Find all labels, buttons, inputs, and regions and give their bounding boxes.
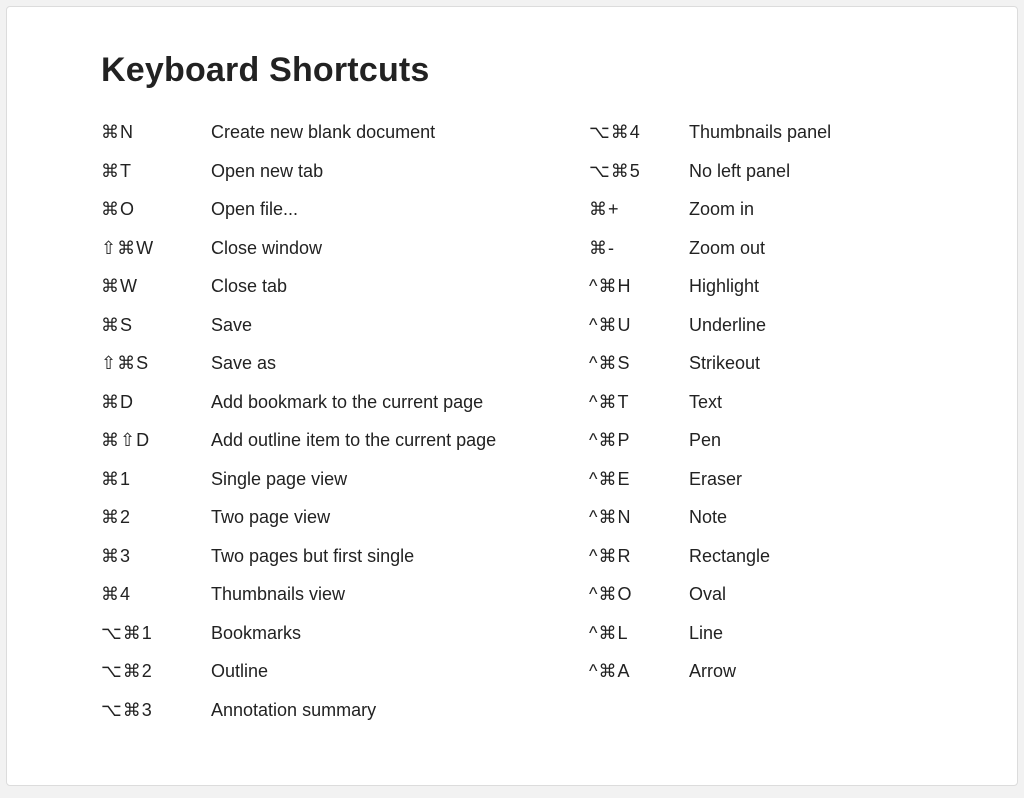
- shortcut-row: ^⌘HHighlight: [589, 276, 949, 315]
- page-title: Keyboard Shortcuts: [101, 51, 957, 90]
- shortcut-row: ⇧⌘WClose window: [101, 238, 589, 277]
- shortcut-keys: ⌘⇧D: [101, 430, 211, 451]
- shortcut-keys: ⇧⌘W: [101, 238, 211, 259]
- shortcut-description: Save as: [211, 353, 589, 374]
- shortcut-column-right: ⌥⌘4Thumbnails panel⌥⌘5No left panel⌘+Zoo…: [589, 122, 949, 700]
- shortcut-description: Underline: [689, 315, 949, 336]
- shortcut-keys: ^⌘L: [589, 623, 689, 644]
- shortcut-row: ⌘⇧DAdd outline item to the current page: [101, 430, 589, 469]
- shortcut-row: ⇧⌘SSave as: [101, 353, 589, 392]
- shortcut-keys: ⌥⌘3: [101, 700, 211, 721]
- shortcut-keys: ^⌘U: [589, 315, 689, 336]
- shortcut-row: ^⌘RRectangle: [589, 546, 949, 585]
- shortcut-row: ⌘1Single page view: [101, 469, 589, 508]
- shortcut-row: ⌘DAdd bookmark to the current page: [101, 392, 589, 431]
- shortcut-description: Two page view: [211, 507, 589, 528]
- shortcut-description: Bookmarks: [211, 623, 589, 644]
- shortcut-description: Add outline item to the current page: [211, 430, 589, 451]
- shortcut-description: Open new tab: [211, 161, 589, 182]
- shortcut-keys: ⌘D: [101, 392, 211, 413]
- shortcut-row: ^⌘LLine: [589, 623, 949, 662]
- shortcut-keys: ^⌘R: [589, 546, 689, 567]
- shortcut-row: ^⌘PPen: [589, 430, 949, 469]
- shortcut-keys: ⌘3: [101, 546, 211, 567]
- shortcut-description: Save: [211, 315, 589, 336]
- shortcut-keys: ^⌘A: [589, 661, 689, 682]
- shortcut-column-left: ⌘NCreate new blank document⌘TOpen new ta…: [101, 122, 589, 738]
- shortcut-keys: ⌘T: [101, 161, 211, 182]
- shortcut-row: ⌥⌘4Thumbnails panel: [589, 122, 949, 161]
- shortcut-description: Rectangle: [689, 546, 949, 567]
- shortcut-row: ⌥⌘1Bookmarks: [101, 623, 589, 662]
- shortcut-row: ⌘+Zoom in: [589, 199, 949, 238]
- shortcut-description: Add bookmark to the current page: [211, 392, 589, 413]
- shortcut-description: Arrow: [689, 661, 949, 682]
- shortcut-row: ⌘WClose tab: [101, 276, 589, 315]
- shortcut-description: Zoom out: [689, 238, 949, 259]
- shortcut-keys: ^⌘N: [589, 507, 689, 528]
- shortcut-keys: ⌥⌘2: [101, 661, 211, 682]
- shortcuts-panel: Keyboard Shortcuts ⌘NCreate new blank do…: [6, 6, 1018, 786]
- shortcut-keys: ^⌘O: [589, 584, 689, 605]
- shortcut-row: ^⌘AArrow: [589, 661, 949, 700]
- shortcut-keys: ⌘4: [101, 584, 211, 605]
- shortcut-keys: ^⌘H: [589, 276, 689, 297]
- shortcut-description: Outline: [211, 661, 589, 682]
- shortcut-row: ⌘4Thumbnails view: [101, 584, 589, 623]
- shortcut-keys: ^⌘T: [589, 392, 689, 413]
- shortcut-description: Open file...: [211, 199, 589, 220]
- shortcut-keys: ⌘O: [101, 199, 211, 220]
- shortcut-keys: ⌘+: [589, 199, 689, 220]
- shortcut-description: Note: [689, 507, 949, 528]
- shortcut-description: Line: [689, 623, 949, 644]
- shortcut-row: ⌘OOpen file...: [101, 199, 589, 238]
- shortcut-keys: ⌘2: [101, 507, 211, 528]
- shortcut-description: Text: [689, 392, 949, 413]
- shortcut-row: ^⌘EEraser: [589, 469, 949, 508]
- shortcut-description: Two pages but first single: [211, 546, 589, 567]
- shortcut-row: ^⌘OOval: [589, 584, 949, 623]
- shortcut-description: Zoom in: [689, 199, 949, 220]
- shortcut-row: ⌥⌘2Outline: [101, 661, 589, 700]
- shortcut-description: Single page view: [211, 469, 589, 490]
- shortcut-description: Strikeout: [689, 353, 949, 374]
- shortcut-row: ⌥⌘3Annotation summary: [101, 700, 589, 739]
- shortcut-description: Thumbnails view: [211, 584, 589, 605]
- shortcut-description: Thumbnails panel: [689, 122, 949, 143]
- shortcut-keys: ^⌘S: [589, 353, 689, 374]
- shortcut-keys: ^⌘P: [589, 430, 689, 451]
- shortcut-row: ^⌘UUnderline: [589, 315, 949, 354]
- shortcut-keys: ⌥⌘4: [589, 122, 689, 143]
- shortcut-row: ⌘-Zoom out: [589, 238, 949, 277]
- shortcut-row: ⌘3Two pages but first single: [101, 546, 589, 585]
- shortcut-row: ^⌘TText: [589, 392, 949, 431]
- shortcut-description: Eraser: [689, 469, 949, 490]
- shortcut-row: ^⌘NNote: [589, 507, 949, 546]
- shortcut-row: ⌘TOpen new tab: [101, 161, 589, 200]
- shortcut-description: Pen: [689, 430, 949, 451]
- shortcut-row: ⌘SSave: [101, 315, 589, 354]
- shortcut-keys: ⌥⌘5: [589, 161, 689, 182]
- shortcut-description: Close tab: [211, 276, 589, 297]
- shortcut-keys: ⌘S: [101, 315, 211, 336]
- shortcut-keys: ⇧⌘S: [101, 353, 211, 374]
- shortcut-keys: ⌘-: [589, 238, 689, 259]
- shortcut-row: ^⌘SStrikeout: [589, 353, 949, 392]
- shortcut-description: Create new blank document: [211, 122, 589, 143]
- shortcut-description: Close window: [211, 238, 589, 259]
- shortcut-description: Oval: [689, 584, 949, 605]
- shortcut-description: Highlight: [689, 276, 949, 297]
- shortcut-row: ⌘2Two page view: [101, 507, 589, 546]
- shortcut-row: ⌘NCreate new blank document: [101, 122, 589, 161]
- shortcut-description: Annotation summary: [211, 700, 589, 721]
- shortcut-keys: ⌘N: [101, 122, 211, 143]
- shortcut-row: ⌥⌘5No left panel: [589, 161, 949, 200]
- shortcut-keys: ⌘1: [101, 469, 211, 490]
- shortcut-keys: ⌘W: [101, 276, 211, 297]
- shortcut-description: No left panel: [689, 161, 949, 182]
- shortcut-columns: ⌘NCreate new blank document⌘TOpen new ta…: [101, 122, 957, 738]
- shortcut-keys: ^⌘E: [589, 469, 689, 490]
- shortcut-keys: ⌥⌘1: [101, 623, 211, 644]
